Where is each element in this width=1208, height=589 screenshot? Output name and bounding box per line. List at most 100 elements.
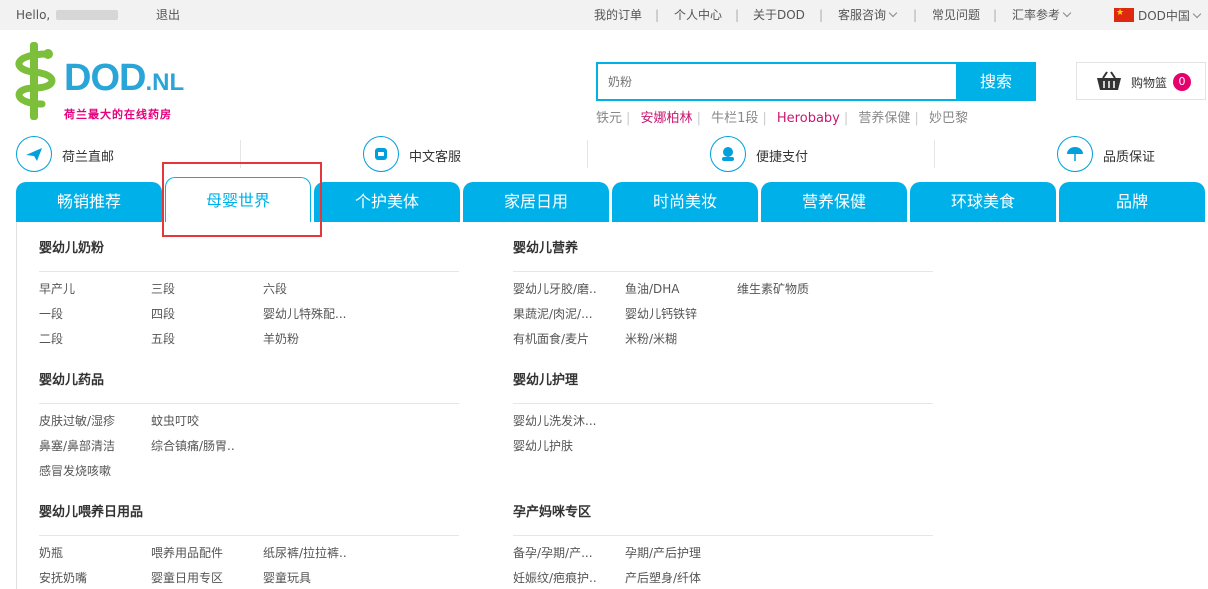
menu-link[interactable]: 二段 [39,330,63,347]
menu-link[interactable]: 早产儿 [39,280,75,297]
search-button[interactable]: 搜索 [956,62,1036,101]
menu-link[interactable]: 五段 [151,330,175,347]
search-box [596,62,956,101]
menu-link[interactable]: 四段 [151,305,175,322]
menu-link[interactable]: 有机面食/麦片 [513,330,589,347]
divider [513,271,933,272]
menu-link[interactable]: 奶瓶 [39,544,63,561]
menu-link[interactable]: 婴幼儿特殊配... [263,305,346,322]
menu-link[interactable]: 果蔬泥/肉泥/... [513,305,593,322]
tab-global-food[interactable]: 环球美食 [910,182,1056,222]
section-title[interactable]: 孕产妈咪专区 [513,501,933,525]
hot-keyword[interactable]: 妙巴黎 [929,111,968,126]
chevron-down-icon [888,8,898,18]
feature-label: 中文客服 [409,150,462,165]
menu-section-infant-feeding: 婴幼儿喂养日用品 奶瓶 喂养用品配件 纸尿裤/拉拉裤.. 安抚奶嘴 婴童日用专区… [39,501,459,585]
separator: | [913,8,918,22]
hot-keyword[interactable]: 营养保健 [858,111,910,126]
separator: | [993,8,998,22]
section-title[interactable]: 婴幼儿奶粉 [39,237,459,261]
section-title[interactable]: 婴幼儿喂养日用品 [39,501,459,525]
menu-link[interactable]: 喂养用品配件 [151,544,223,561]
payment-icon [710,136,746,172]
faq-link[interactable]: 常见问题 [932,8,980,22]
tab-beauty[interactable]: 时尚美妆 [612,182,758,222]
menu-link[interactable]: 孕期/产后护理 [625,544,701,561]
menu-link[interactable]: 婴幼儿洗发沐... [513,412,596,429]
menu-link[interactable]: 感冒发烧咳嗽 [39,462,111,479]
menu-link[interactable]: 鼻塞/鼻部清洁 [39,437,115,454]
menu-link[interactable]: 备孕/孕期/产... [513,544,593,561]
divider [39,403,459,404]
separator: | [696,111,701,126]
umbrella-icon [1057,136,1093,172]
tab-home[interactable]: 家居日用 [463,182,609,222]
menu-link[interactable]: 婴幼儿护肤 [513,437,573,454]
site-logo[interactable]: DOD.NL 荷兰最大的在线药房 [12,40,242,124]
menu-link[interactable]: 鱼油/DHA [625,280,680,297]
my-orders-link[interactable]: 我的订单 [594,8,642,22]
menu-link[interactable]: 安抚奶嘴 [39,569,87,586]
menu-link[interactable]: 婴幼儿钙铁锌 [625,305,697,322]
greeting-text: Hello, [16,8,51,22]
divider [513,535,933,536]
menu-link[interactable]: 维生素矿物质 [737,280,809,297]
top-bar: Hello, 退出 我的订单 | 个人中心 | 关于DOD | 客服咨询 | 常… [0,0,1208,30]
search-input[interactable] [598,64,956,99]
exchange-rate-dropdown[interactable]: 汇率参考 [1012,8,1072,22]
separator: | [655,8,660,22]
logo-suffix: .NL [145,69,185,96]
cart-button[interactable]: 购物篮 0 [1076,62,1206,100]
hot-keyword[interactable]: 牛栏1段 [711,111,758,126]
tab-nutrition[interactable]: 营养保健 [761,182,907,222]
tab-mother-baby[interactable]: 母婴世界 [165,177,311,222]
hot-keyword[interactable]: Herobaby [777,111,840,126]
section-title[interactable]: 婴幼儿药品 [39,369,459,393]
tab-bestsellers[interactable]: 畅销推荐 [16,182,162,222]
menu-link[interactable]: 三段 [151,280,175,297]
cart-label: 购物篮 [1131,76,1168,90]
customer-service-dropdown[interactable]: 客服咨询 [838,8,898,22]
menu-section-maternity: 孕产妈咪专区 备孕/孕期/产... 孕期/产后护理 妊娠纹/疤痕护.. 产后塑身… [513,501,933,585]
divider [587,140,588,168]
menu-link[interactable]: 六段 [263,280,287,297]
hot-keyword[interactable]: 铁元 [596,111,622,126]
menu-section-infant-nutrition: 婴幼儿营养 婴幼儿牙胶/磨.. 鱼油/DHA 维生素矿物质 果蔬泥/肉泥/...… [513,237,933,346]
hot-keyword[interactable]: 安娜柏林 [641,111,693,126]
menu-link[interactable]: 婴童玩具 [263,569,311,586]
menu-link[interactable]: 婴童日用专区 [151,569,223,586]
about-dod-link[interactable]: 关于DOD [753,8,805,22]
user-center-link[interactable]: 个人中心 [674,8,722,22]
menu-link[interactable]: 米粉/米糊 [625,330,677,347]
tab-personal-care[interactable]: 个护美体 [314,182,460,222]
exchange-rate-label: 汇率参考 [1012,8,1061,22]
divider [240,140,241,168]
customer-service-label: 客服咨询 [838,8,887,22]
chevron-down-icon [1062,8,1072,18]
separator: | [626,111,631,126]
separator: | [914,111,919,126]
menu-link[interactable]: 一段 [39,305,63,322]
region-selector[interactable]: DOD中国 [1114,6,1202,23]
region-label: DOD中国 [1138,9,1190,23]
logout-link[interactable]: 退出 [156,8,180,22]
menu-link[interactable]: 蚊虫叮咬 [151,412,199,429]
user-greeting: Hello, [16,8,119,22]
separator: | [843,111,849,126]
menu-link[interactable]: 婴幼儿牙胶/磨.. [513,280,597,297]
menu-link[interactable]: 羊奶粉 [263,330,299,347]
tab-brands[interactable]: 品牌 [1059,182,1205,222]
menu-link[interactable]: 产后塑身/纤体 [625,569,701,586]
menu-link[interactable]: 妊娠纹/疤痕护.. [513,569,597,586]
menu-link[interactable]: 综合镇痛/肠胃.. [151,437,235,454]
section-title[interactable]: 婴幼儿营养 [513,237,933,261]
logo-word: DOD [64,57,146,99]
menu-link[interactable]: 纸尿裤/拉拉裤.. [263,544,347,561]
logo-tagline: 荷兰最大的在线药房 [64,108,172,121]
menu-section-infant-care: 婴幼儿护理 婴幼儿洗发沐... 婴幼儿护肤 [513,369,933,453]
china-flag-icon [1114,6,1134,22]
separator: | [762,111,767,126]
section-title[interactable]: 婴幼儿护理 [513,369,933,393]
menu-link[interactable]: 皮肤过敏/湿疹 [39,412,115,429]
feature-label: 便捷支付 [756,150,809,165]
